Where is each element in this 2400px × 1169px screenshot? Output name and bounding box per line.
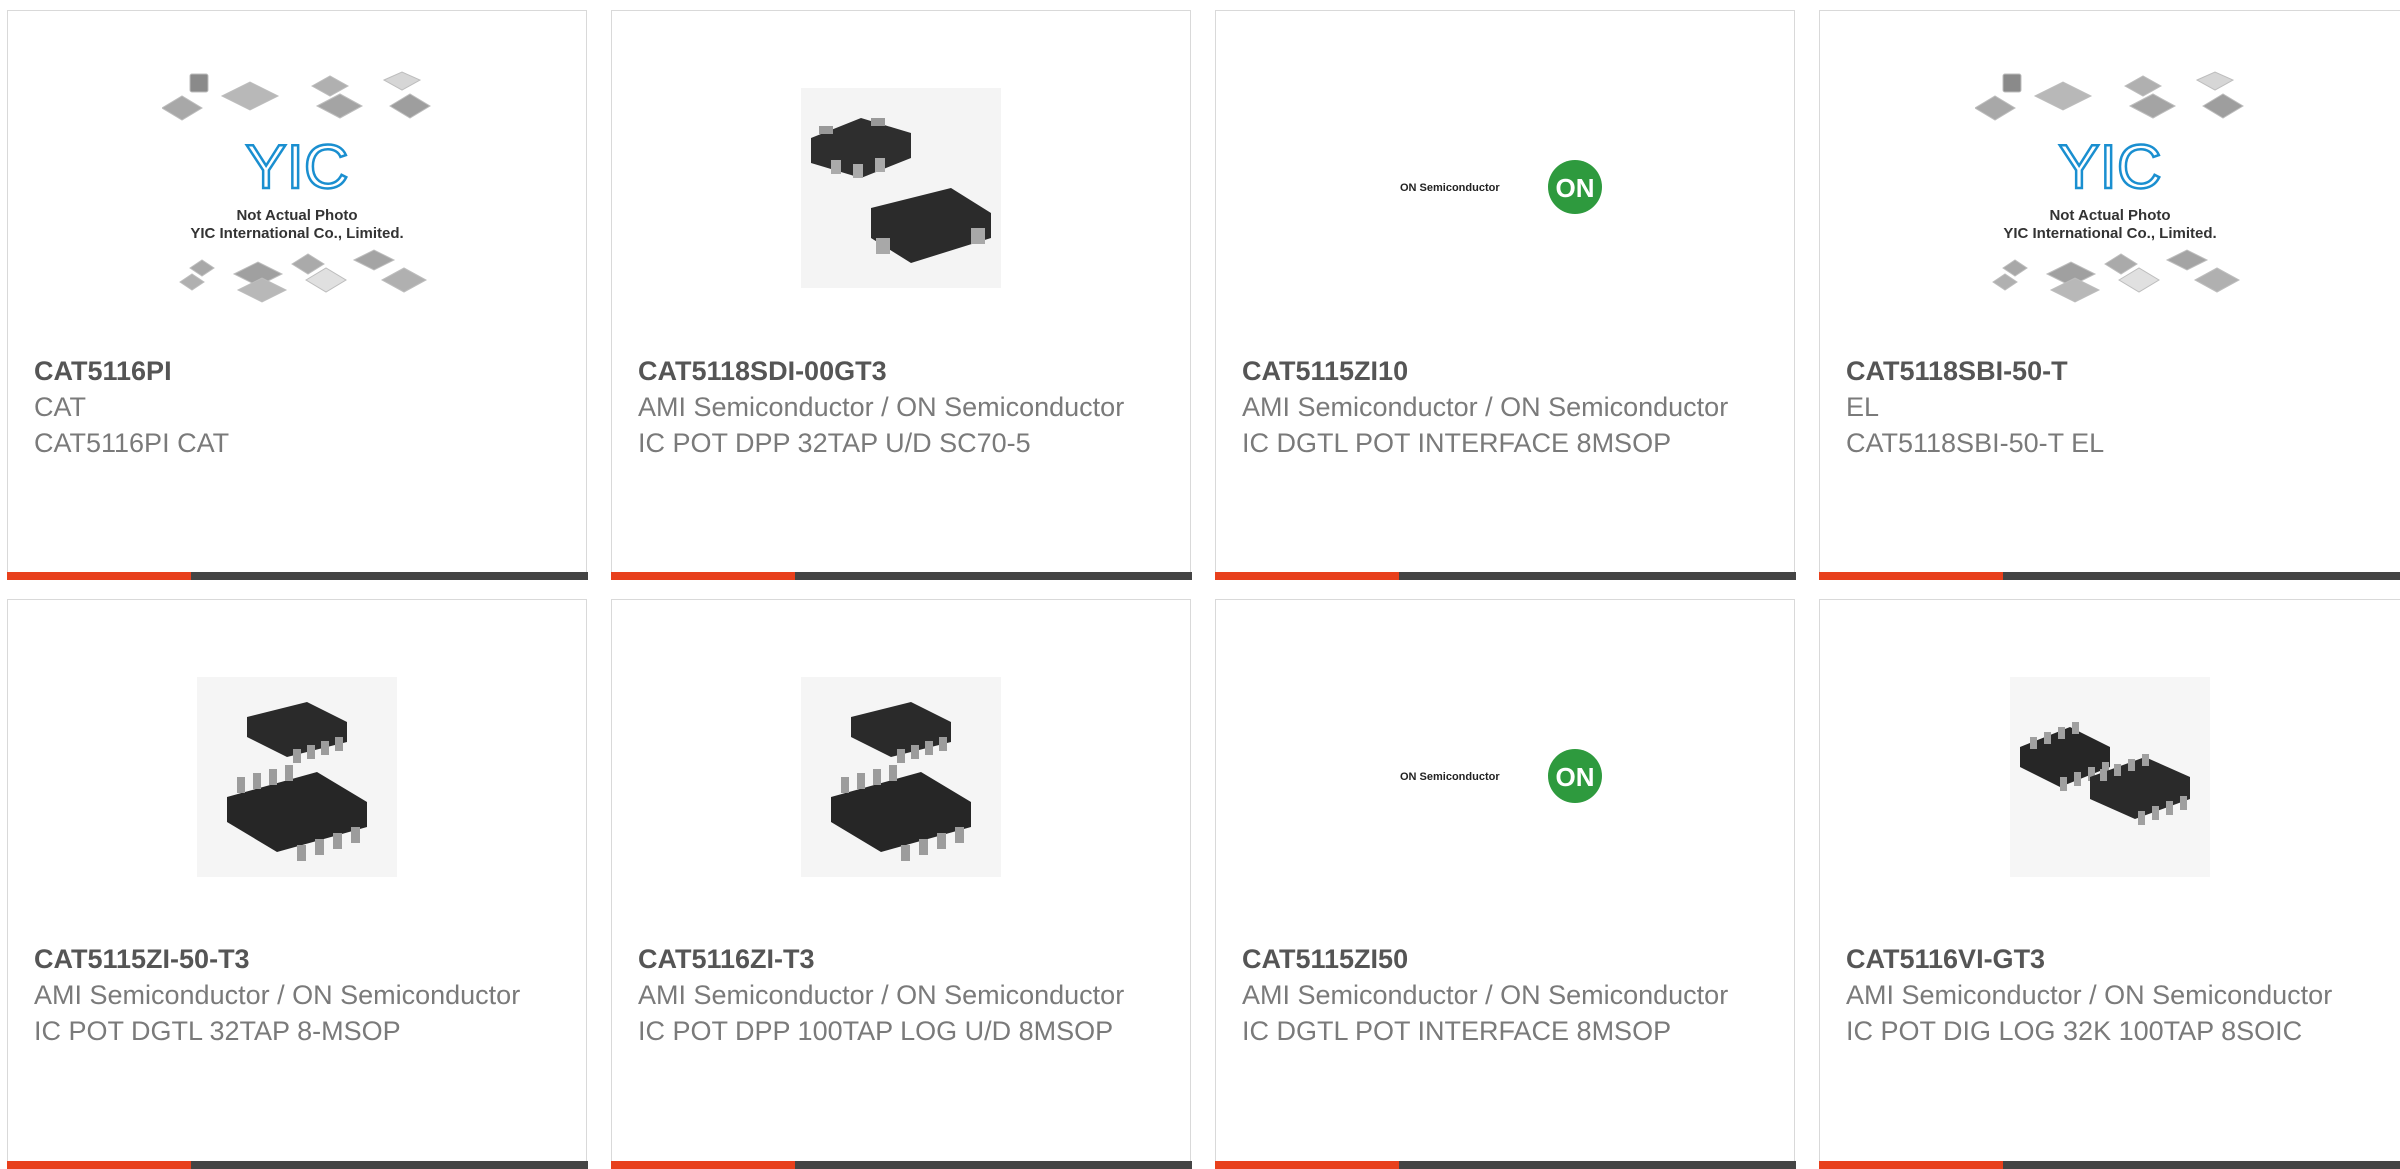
manufacturer: CAT [34,389,546,425]
product-card[interactable]: ON Semiconductor ON CAT5115ZI10 AMI Semi… [1215,10,1795,580]
product-card[interactable]: CAT5116VI-GT3 AMI Semiconductor / ON Sem… [1819,599,2400,1167]
manufacturer: AMI Semiconductor / ON Semiconductor [34,977,546,1013]
description: IC DGTL POT INTERFACE 8MSOP [1242,1013,1754,1049]
yic-placeholder-image: YIC Not Actual Photo YIC International C… [162,68,432,308]
on-semi-logo-image: ON Semiconductor ON [1400,742,1610,812]
product-image[interactable] [1820,642,2400,912]
part-number[interactable]: CAT5116VI-GT3 [1846,941,2360,977]
product-card[interactable]: YIC Not Actual Photo YIC International C… [7,10,587,580]
card-bottom-bar [1215,1161,1796,1169]
card-bottom-bar [611,1161,1192,1169]
product-image[interactable] [612,53,1190,323]
manufacturer: AMI Semiconductor / ON Semiconductor [1846,977,2360,1013]
card-bottom-bar [1819,572,2400,580]
yic-placeholder-image: YIC Not Actual Photo YIC International C… [1975,68,2245,308]
manufacturer: AMI Semiconductor / ON Semiconductor [638,977,1150,1013]
svg-text:Not Actual Photo: Not Actual Photo [236,207,357,224]
part-number[interactable]: CAT5118SDI-00GT3 [638,353,1150,389]
card-bottom-bar [1819,1161,2400,1169]
on-semi-wordmark: ON Semiconductor [1400,182,1500,194]
product-image[interactable]: YIC Not Actual Photo YIC International C… [8,53,586,323]
product-card[interactable]: ON Semiconductor ON CAT5115ZI50 AMI Semi… [1215,599,1795,1167]
part-number[interactable]: CAT5118SBI-50-T [1846,353,2360,389]
on-semi-wordmark: ON Semiconductor [1400,771,1500,783]
svg-text:YIC International Co., Limited: YIC International Co., Limited. [2003,225,2216,242]
on-semi-logo-image: ON Semiconductor ON [1400,153,1610,223]
card-bottom-bar [7,572,588,580]
manufacturer: EL [1846,389,2360,425]
soic-package-image [2010,677,2210,877]
msop-package-image [801,677,1001,877]
part-number[interactable]: CAT5115ZI50 [1242,941,1754,977]
svg-text:Not Actual Photo: Not Actual Photo [2049,207,2170,224]
product-image[interactable] [612,642,1190,912]
product-card[interactable]: CAT5115ZI-50-T3 AMI Semiconductor / ON S… [7,599,587,1167]
part-number[interactable]: CAT5116PI [34,353,546,389]
product-image[interactable]: ON Semiconductor ON [1216,642,1794,912]
description: IC DGTL POT INTERFACE 8MSOP [1242,425,1754,461]
product-card[interactable]: CAT5118SDI-00GT3 AMI Semiconductor / ON … [611,10,1191,580]
msop-package-image [197,677,397,877]
manufacturer: AMI Semiconductor / ON Semiconductor [1242,977,1754,1013]
description: IC POT DIG LOG 32K 100TAP 8SOIC [1846,1013,2360,1049]
description: IC POT DGTL 32TAP 8-MSOP [34,1013,546,1049]
description: IC POT DPP 32TAP U/D SC70-5 [638,425,1150,461]
part-number[interactable]: CAT5115ZI-50-T3 [34,941,546,977]
svg-text:ON: ON [1556,762,1595,792]
svg-text:YIC International Co., Limited: YIC International Co., Limited. [190,225,403,242]
description: IC POT DPP 100TAP LOG U/D 8MSOP [638,1013,1150,1049]
product-card[interactable]: YIC Not Actual Photo YIC International C… [1819,10,2400,580]
sc70-package-image [801,88,1001,288]
description: CAT5118SBI-50-T EL [1846,425,2360,461]
manufacturer: AMI Semiconductor / ON Semiconductor [638,389,1150,425]
yic-logo: YIC [245,133,348,202]
product-card[interactable]: CAT5116ZI-T3 AMI Semiconductor / ON Semi… [611,599,1191,1167]
part-number[interactable]: CAT5115ZI10 [1242,353,1754,389]
manufacturer: AMI Semiconductor / ON Semiconductor [1242,389,1754,425]
part-number[interactable]: CAT5116ZI-T3 [638,941,1150,977]
yic-logo: YIC [2058,133,2161,202]
card-bottom-bar [7,1161,588,1169]
card-bottom-bar [611,572,1192,580]
product-image[interactable]: ON Semiconductor ON [1216,53,1794,323]
svg-text:ON: ON [1556,173,1595,203]
product-image[interactable]: YIC Not Actual Photo YIC International C… [1820,53,2400,323]
description: CAT5116PI CAT [34,425,546,461]
card-bottom-bar [1215,572,1796,580]
product-image[interactable] [8,642,586,912]
